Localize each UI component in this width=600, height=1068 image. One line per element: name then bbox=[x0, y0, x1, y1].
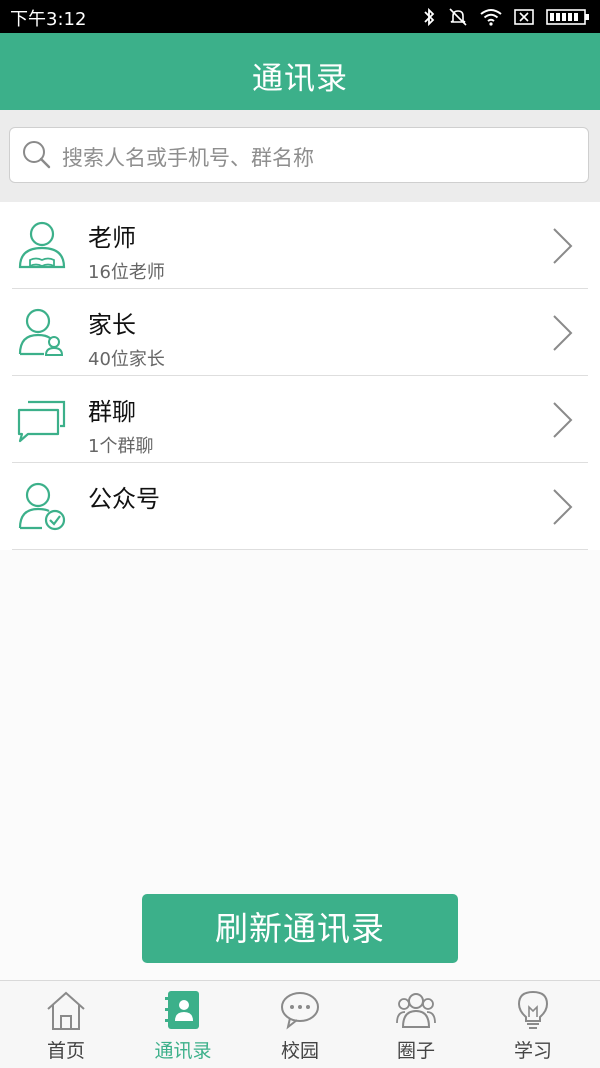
tab-label: 学习 bbox=[513, 1040, 552, 1062]
tab-label: 圈子 bbox=[396, 1040, 435, 1062]
list-item-title: 公众号 bbox=[88, 485, 160, 513]
chat-bubble-icon bbox=[281, 992, 319, 1030]
search-icon bbox=[23, 141, 51, 169]
teacher-icon bbox=[18, 221, 66, 269]
bluetooth-icon bbox=[424, 7, 435, 27]
mute-icon bbox=[449, 8, 467, 26]
tab-study[interactable]: 学习 bbox=[473, 981, 593, 1068]
bottom-tab-bar: 首页 通讯录 校园 圈子 学习 bbox=[0, 980, 600, 1068]
search-section: 搜索人名或手机号、群名称 bbox=[0, 110, 600, 202]
list-item-subtitle: 40位家长 bbox=[88, 349, 165, 370]
chevron-right-icon bbox=[553, 228, 573, 264]
contacts-icon bbox=[165, 991, 199, 1029]
search-input[interactable]: 搜索人名或手机号、群名称 bbox=[9, 127, 589, 183]
list-item-teachers[interactable]: 老师 16位老师 bbox=[12, 202, 588, 289]
tab-label: 通讯录 bbox=[154, 1040, 212, 1062]
tab-campus[interactable]: 校园 bbox=[240, 981, 360, 1068]
tab-label: 校园 bbox=[280, 1040, 319, 1062]
chevron-right-icon bbox=[553, 315, 573, 351]
home-icon bbox=[47, 991, 85, 1030]
list-item-title: 老师 bbox=[88, 224, 136, 252]
list-item-title: 家长 bbox=[88, 311, 136, 339]
tab-label: 首页 bbox=[46, 1040, 85, 1062]
header-bar: 通讯录 bbox=[0, 33, 600, 110]
tab-circle[interactable]: 圈子 bbox=[356, 981, 476, 1068]
list-item-public-accounts[interactable]: 公众号 bbox=[12, 463, 588, 550]
list-item-title: 群聊 bbox=[88, 398, 136, 426]
list-item-subtitle: 1个群聊 bbox=[88, 436, 154, 457]
group-chat-icon bbox=[17, 400, 66, 443]
chevron-right-icon bbox=[553, 489, 573, 525]
contact-list: 老师 16位老师 家长 40位家长 群聊 1个群聊 公众号 bbox=[0, 202, 600, 550]
tab-contacts[interactable]: 通讯录 bbox=[123, 981, 243, 1068]
parent-icon bbox=[18, 308, 64, 356]
battery-icon bbox=[546, 9, 589, 25]
people-icon bbox=[396, 993, 436, 1028]
page-title: 通讯录 bbox=[252, 61, 348, 97]
list-item-group-chats[interactable]: 群聊 1个群聊 bbox=[12, 376, 588, 463]
lightbulb-icon bbox=[517, 990, 549, 1029]
status-bar: 下午3:12 bbox=[0, 0, 600, 33]
status-time: 下午3:12 bbox=[10, 9, 87, 30]
wifi-icon bbox=[480, 9, 502, 26]
chevron-right-icon bbox=[553, 402, 573, 438]
public-account-icon bbox=[18, 482, 66, 531]
list-item-parents[interactable]: 家长 40位家长 bbox=[12, 289, 588, 376]
sim-icon bbox=[514, 9, 534, 25]
list-item-subtitle: 16位老师 bbox=[88, 262, 165, 283]
search-placeholder: 搜索人名或手机号、群名称 bbox=[62, 146, 314, 170]
refresh-contacts-button[interactable]: 刷新通讯录 bbox=[142, 894, 458, 963]
tab-home[interactable]: 首页 bbox=[6, 981, 126, 1068]
